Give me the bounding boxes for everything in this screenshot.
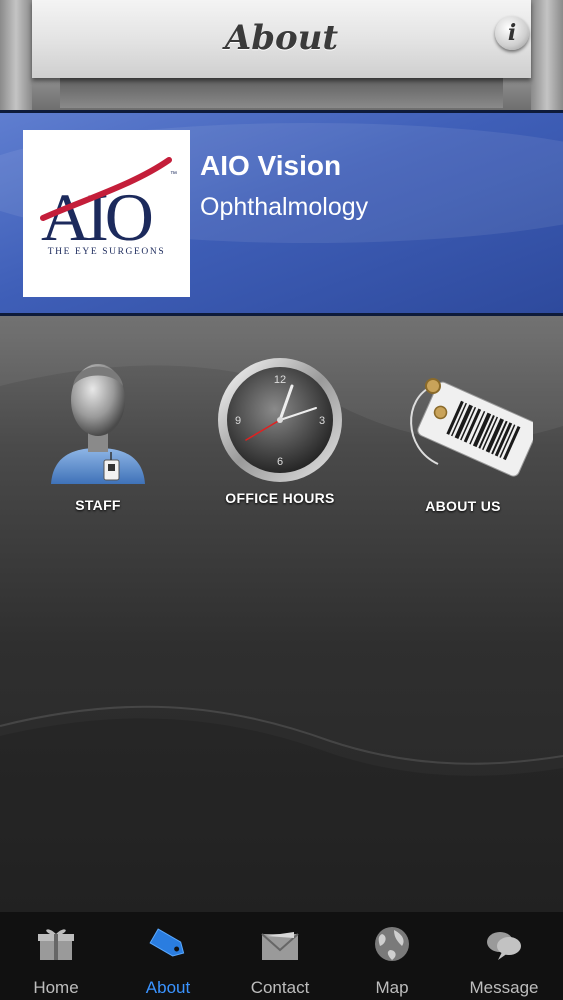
page-title: About [224, 18, 339, 58]
chat-bubbles-icon [487, 932, 521, 960]
tab-home[interactable]: Home [0, 912, 112, 1000]
title-bar-shadow-strip [60, 78, 503, 108]
company-banner: AIO ™ THE EYE SURGEONS AIO Vision Ophtha… [0, 110, 563, 316]
title-bar-right-edge [531, 0, 563, 110]
aio-logo-graphic: AIO ™ [40, 157, 177, 255]
staff-tile[interactable]: STAFF [23, 356, 173, 513]
envelope-icon [261, 932, 299, 960]
tab-message[interactable]: Message [448, 912, 560, 1000]
bottom-tab-bar: Home About Contact Map Message [0, 912, 563, 1000]
about-us-label: ABOUT US [425, 498, 501, 514]
about-us-tile[interactable]: ABOUT US [388, 368, 538, 514]
tab-map-label: Map [375, 978, 409, 997]
company-subtitle: Ophthalmology [200, 193, 369, 221]
tab-home-label: Home [33, 978, 79, 997]
globe-icon [375, 927, 409, 961]
barcode-tag-icon [410, 378, 533, 477]
logo-letters: AIO [41, 179, 152, 255]
main-content: STAFF 12 3 6 9 OFFICE HOURS ABOUT US [0, 316, 563, 912]
clock-number-9: 9 [235, 415, 241, 427]
tab-about-label: About [145, 978, 191, 997]
tab-message-label: Message [469, 978, 539, 997]
staff-label: STAFF [75, 497, 121, 513]
title-bar: About i [0, 0, 563, 110]
info-icon: i [507, 20, 517, 46]
office-hours-label: OFFICE HOURS [225, 490, 335, 506]
info-button[interactable]: i [495, 16, 529, 50]
company-logo: AIO ™ THE EYE SURGEONS [23, 130, 190, 297]
gift-box-icon [38, 929, 74, 960]
tab-contact[interactable]: Contact [224, 912, 336, 1000]
clock-icon: 12 3 6 9 [218, 358, 342, 482]
tab-map[interactable]: Map [336, 912, 448, 1000]
staff-person-icon [51, 364, 145, 484]
clock-number-3: 3 [319, 415, 325, 427]
tab-about[interactable]: About [112, 912, 224, 1000]
clock-number-12: 12 [274, 374, 286, 386]
tag-icon [149, 928, 185, 957]
tab-contact-label: Contact [250, 978, 310, 997]
company-name: AIO Vision [200, 150, 342, 181]
logo-tagline: THE EYE SURGEONS [47, 247, 166, 257]
clock-number-6: 6 [277, 456, 283, 468]
logo-trademark: ™ [170, 171, 177, 178]
title-bar-left-edge [0, 0, 32, 110]
office-hours-tile[interactable]: 12 3 6 9 OFFICE HOURS [205, 356, 355, 506]
title-plate: About [32, 0, 531, 78]
